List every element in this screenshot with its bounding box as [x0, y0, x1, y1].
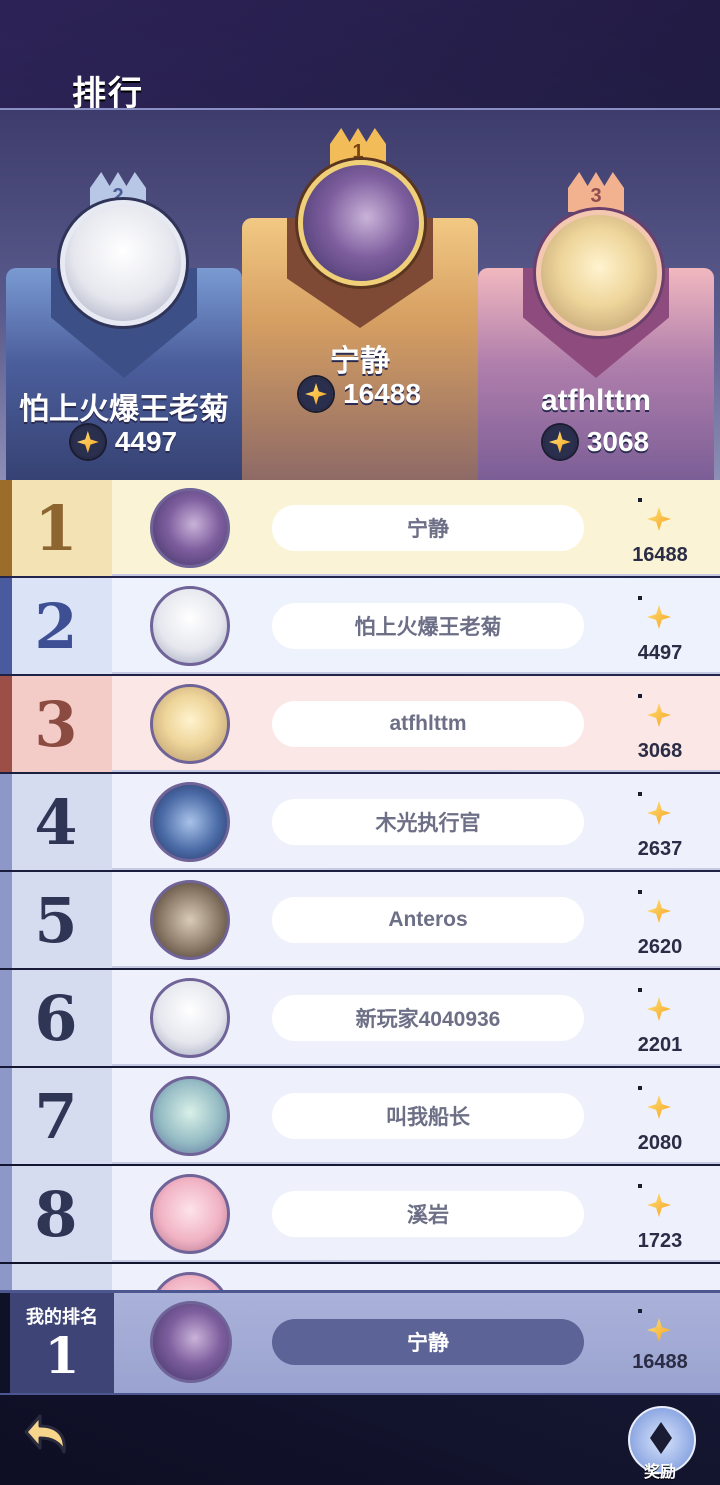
score-value: 2080 [637, 1132, 683, 1154]
score-value: 4497 [637, 642, 683, 664]
podium-name-third: atfhlttm [541, 384, 651, 417]
score-value: 1723 [637, 1230, 683, 1252]
player-name: 木光执行官 [272, 799, 584, 845]
rank-edge [0, 676, 12, 772]
table-row[interactable]: 7 叫我船长 2080 [0, 1068, 720, 1164]
score-value: 3068 [637, 740, 683, 762]
avatar[interactable] [150, 782, 230, 862]
rank-edge [0, 480, 12, 576]
rank-number: 4 [0, 774, 112, 870]
score-value: 4497 [114, 426, 178, 457]
score-value: 16488 [343, 378, 421, 409]
my-rank-number: 1 [44, 1326, 80, 1385]
player-name: 溪岩 [272, 1191, 584, 1237]
rank-crown-badge-3: 3 [568, 172, 624, 212]
table-row-partial[interactable] [0, 1264, 720, 1290]
back-arrow-icon [24, 1414, 66, 1454]
table-row[interactable]: 3 atfhlttm 3068 [0, 676, 720, 772]
avatar[interactable] [150, 684, 230, 764]
rank-number: 3 [0, 676, 112, 772]
score-value: 3068 [586, 426, 650, 457]
podium-score-third: 3068 [478, 425, 714, 459]
rank-number: 5 [0, 872, 112, 968]
rank-edge [0, 1264, 12, 1290]
table-row[interactable]: 4 木光执行官 2637 [0, 774, 720, 870]
ranking-list[interactable]: 1 宁静 16488 2 怕上火爆王老菊 4497 3 atfhlttm 306… [0, 480, 720, 1290]
player-name: 宁静 [272, 505, 584, 551]
rank-number: 7 [0, 1068, 112, 1164]
star-coin-icon [299, 377, 334, 411]
my-rank-edge [0, 1293, 10, 1393]
back-button[interactable] [18, 1404, 78, 1464]
my-name: 宁静 [272, 1319, 584, 1365]
avatar[interactable] [60, 200, 186, 326]
reward-label: 奖励 [643, 1464, 676, 1481]
star-coin-icon [542, 425, 577, 459]
avatar[interactable] [150, 1272, 230, 1290]
table-row[interactable]: 8 溪岩 1723 [0, 1166, 720, 1262]
rank-number-hidden [0, 1264, 112, 1290]
avatar[interactable] [150, 488, 230, 568]
my-rank-bar[interactable]: 我的排名 1 宁静 16488 [0, 1290, 720, 1395]
table-row[interactable]: 1 宁静 16488 [0, 480, 720, 576]
player-name: Anteros [272, 897, 584, 943]
podium-score-first: 16488 [242, 377, 478, 411]
player-name: 怕上火爆王老菊 [272, 603, 584, 649]
rank-edge [0, 578, 12, 674]
player-name: atfhlttm [272, 701, 584, 747]
rank-number: 1 [0, 480, 112, 576]
podium-score-second: 4497 [6, 425, 242, 459]
score-value: 2201 [637, 1034, 683, 1056]
rank-number: 2 [0, 578, 112, 674]
my-score: 16488 [632, 1351, 688, 1373]
star-coin-icon [70, 425, 105, 459]
avatar[interactable] [150, 1301, 232, 1383]
avatar[interactable] [536, 210, 662, 336]
my-rank-box: 我的排名 1 [10, 1293, 114, 1393]
podium-name-first: 宁静 [330, 345, 390, 378]
podium-name-second: 怕上火爆王老菊 [19, 393, 229, 426]
diamond-icon [650, 1422, 672, 1454]
table-row[interactable]: 2 怕上火爆王老菊 4497 [0, 578, 720, 674]
table-row[interactable]: 6 新玩家4040936 2201 [0, 970, 720, 1066]
rank-edge [0, 1068, 12, 1164]
avatar[interactable] [150, 880, 230, 960]
player-name: 叫我船长 [272, 1093, 584, 1139]
player-name: 新玩家4040936 [272, 995, 584, 1041]
rank-number: 6 [0, 970, 112, 1066]
rank-edge [0, 872, 12, 968]
avatar[interactable] [150, 1174, 230, 1254]
rank-edge [0, 1166, 12, 1262]
score-value: 16488 [632, 544, 688, 566]
table-row[interactable]: 5 Anteros 2620 [0, 872, 720, 968]
rank-edge [0, 774, 12, 870]
rank-edge [0, 970, 12, 1066]
avatar[interactable] [150, 978, 230, 1058]
avatar[interactable] [150, 586, 230, 666]
score-value: 2620 [637, 936, 683, 958]
rank-number: 8 [0, 1166, 112, 1262]
score-value: 2637 [637, 838, 683, 860]
avatar[interactable] [150, 1076, 230, 1156]
avatar[interactable] [298, 160, 424, 286]
